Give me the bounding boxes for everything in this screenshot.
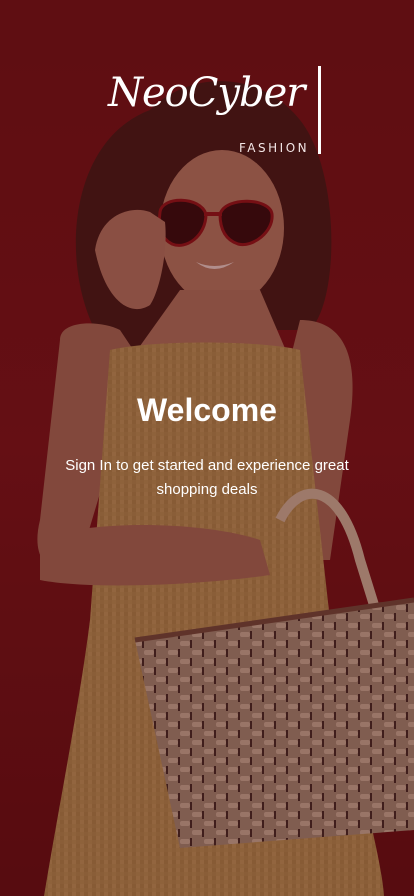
brand-tagline: FASHION: [239, 141, 310, 155]
brand-name: NeoCyber: [108, 70, 305, 116]
brand-logo: NeoCyber FASHION: [106, 62, 326, 162]
welcome-title: Welcome: [137, 392, 277, 428]
welcome-screen: NeoCyber FASHION Welcome Sign In to get …: [0, 0, 414, 896]
welcome-subtitle: Sign In to get started and experience gr…: [65, 457, 349, 498]
logo-divider: [318, 66, 321, 154]
